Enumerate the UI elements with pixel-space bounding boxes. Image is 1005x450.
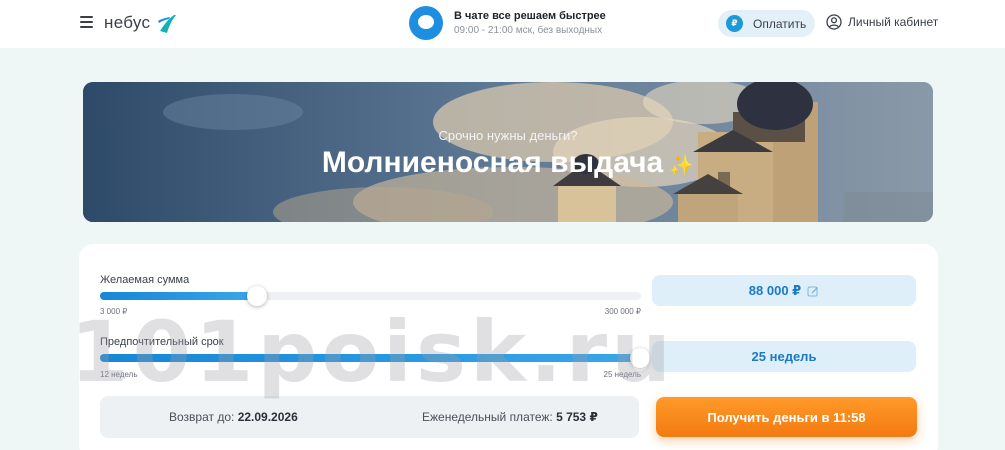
term-slider-thumb[interactable] — [630, 348, 650, 368]
term-value-field[interactable]: 25 недель — [652, 341, 916, 372]
sparkles-icon: ✨ — [669, 155, 695, 177]
weekly-payment-info: Еженедельный платеж: 5 753 ₽ — [422, 410, 598, 424]
amount-slider-fill — [100, 292, 257, 300]
amount-max: 300 000 ₽ — [604, 307, 641, 316]
promo-banner: Срочно нужны деньги? Молниеносная выдача… — [83, 82, 933, 222]
weekly-value: 5 753 ₽ — [556, 410, 598, 424]
term-max: 25 недель — [603, 370, 642, 379]
chat-title: В чате все решаем быстрее — [454, 10, 606, 22]
menu-icon[interactable] — [80, 16, 93, 29]
loan-summary: Возврат до: 22.09.2026 Еженедельный плат… — [100, 396, 639, 438]
return-label: Возврат до: — [169, 410, 235, 424]
term-value: 25 недель — [751, 349, 817, 364]
banner-subtitle: Срочно нужны деньги? — [438, 128, 578, 143]
logo-mark-icon — [158, 15, 177, 33]
term-min: 12 недель — [100, 370, 138, 379]
chat-hours: 09:00 - 21:00 мск, без выходных — [454, 25, 603, 36]
weekly-label: Еженедельный платеж: — [422, 410, 553, 424]
chat-icon[interactable] — [409, 6, 443, 40]
pay-button[interactable]: ₽ Оплатить — [718, 10, 815, 37]
amount-label: Желаемая сумма — [100, 274, 190, 286]
header: небус В чате все решаем быстрее 09:00 - … — [0, 0, 1005, 48]
banner-title: Молниеносная выдача ✨ — [83, 146, 933, 180]
term-label: Предпочтительный срок — [100, 336, 224, 348]
banner-title-text: Молниеносная выдача — [321, 146, 664, 179]
return-date-info: Возврат до: 22.09.2026 — [169, 410, 298, 424]
amount-value-field[interactable]: 88 000 ₽ — [652, 275, 916, 306]
pay-button-label: Оплатить — [753, 16, 807, 31]
account-link[interactable]: Личный кабинет — [826, 14, 938, 30]
amount-slider[interactable] — [100, 286, 641, 306]
term-slider-fill — [100, 354, 641, 362]
loan-calculator: Желаемая сумма 3 000 ₽ 300 000 ₽ 88 000 … — [79, 244, 938, 450]
return-date: 22.09.2026 — [237, 410, 298, 424]
ruble-icon: ₽ — [726, 15, 743, 32]
logo[interactable]: небус — [104, 11, 178, 35]
chat-widget[interactable]: В чате все решаем быстрее 09:00 - 21:00 … — [409, 6, 606, 40]
logo-text: небус — [104, 13, 151, 32]
term-slider[interactable] — [100, 348, 650, 368]
get-money-button[interactable]: Получить деньги в 11:58 — [656, 397, 917, 437]
edit-icon[interactable] — [807, 285, 819, 297]
amount-min: 3 000 ₽ — [100, 307, 128, 316]
account-label: Личный кабинет — [848, 15, 939, 29]
user-icon — [826, 14, 842, 30]
amount-value: 88 000 ₽ — [748, 282, 802, 298]
amount-slider-thumb[interactable] — [247, 286, 267, 306]
